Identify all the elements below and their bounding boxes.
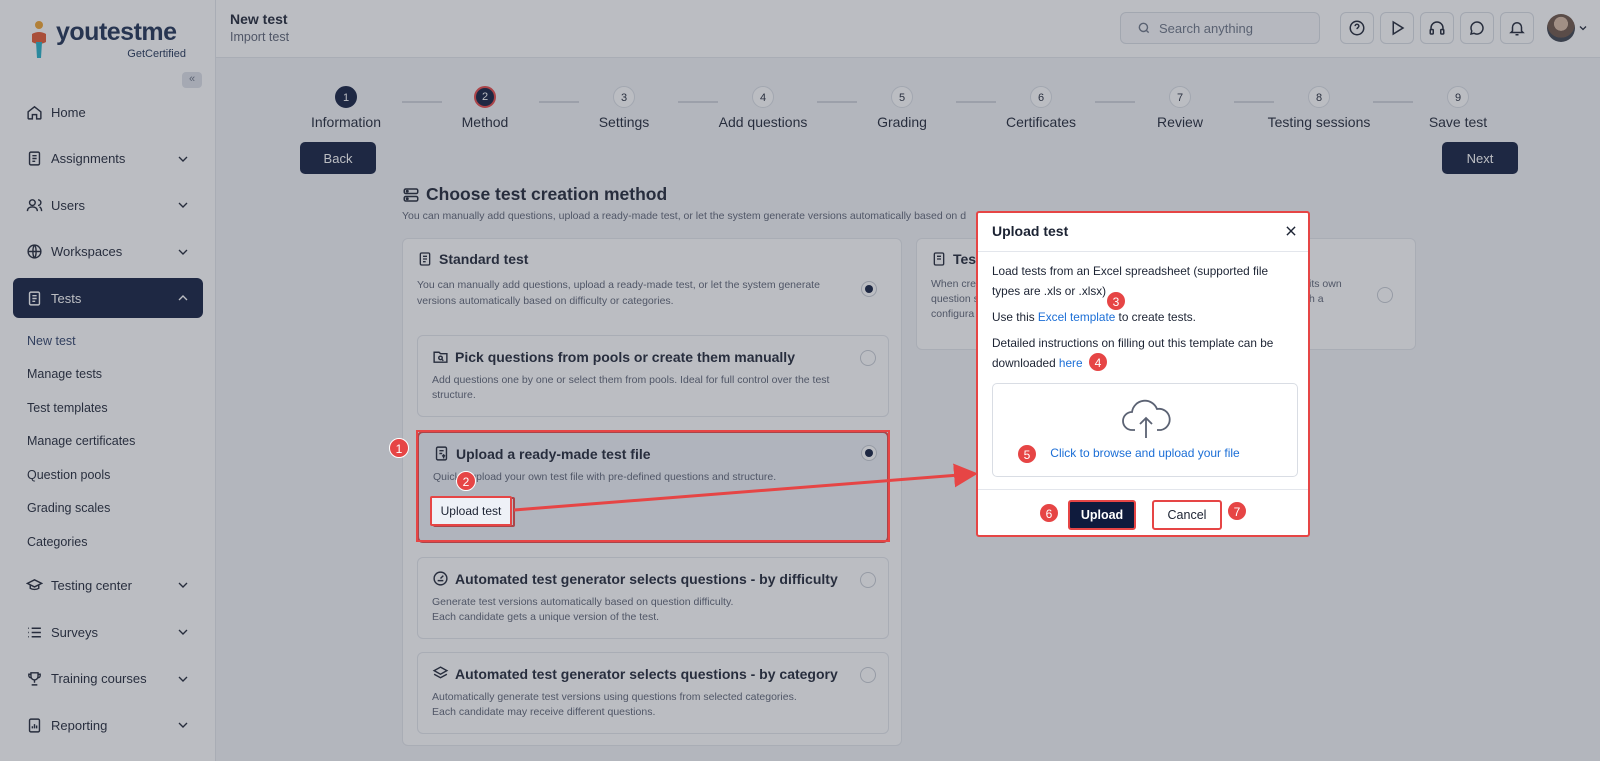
browse-upload-link[interactable]: Click to browse and upload your file	[993, 446, 1297, 460]
step-badge-2: 2	[456, 471, 476, 491]
step-badge-4: 4	[1088, 352, 1108, 372]
upload-test-modal: Upload test Load tests from an Excel spr…	[976, 211, 1310, 537]
instructions-here-link[interactable]: here	[1059, 356, 1083, 370]
step-badge-6: 6	[1039, 503, 1059, 523]
template-text-after: to create tests.	[1115, 310, 1196, 324]
modal-text-template: Use this Excel template to create tests.	[992, 307, 1298, 327]
cloud-upload-icon	[1122, 399, 1171, 438]
callout-arrow	[513, 463, 978, 512]
divider	[978, 489, 1308, 490]
step-badge-5: 5	[1017, 444, 1037, 464]
instructions-text: Detailed instructions on filling out thi…	[992, 336, 1274, 370]
modal-text-instructions: Detailed instructions on filling out thi…	[992, 333, 1298, 373]
step-badge-1: 1	[389, 438, 409, 458]
modal-title: Upload test	[992, 223, 1069, 239]
modal-text-supported-types: Load tests from an Excel spreadsheet (su…	[992, 264, 1269, 298]
close-icon[interactable]	[1284, 224, 1298, 238]
upload-button[interactable]: Upload	[1068, 500, 1136, 530]
step-badge-3: 3	[1106, 291, 1126, 311]
template-text-before: Use this	[992, 310, 1038, 324]
divider	[978, 251, 1308, 252]
step-badge-7: 7	[1227, 501, 1247, 521]
file-dropzone[interactable]: Click to browse and upload your file	[992, 383, 1298, 477]
excel-template-link[interactable]: Excel template	[1038, 310, 1115, 324]
modal-body: Load tests from an Excel spreadsheet (su…	[992, 261, 1298, 379]
cancel-button[interactable]: Cancel	[1152, 500, 1222, 530]
